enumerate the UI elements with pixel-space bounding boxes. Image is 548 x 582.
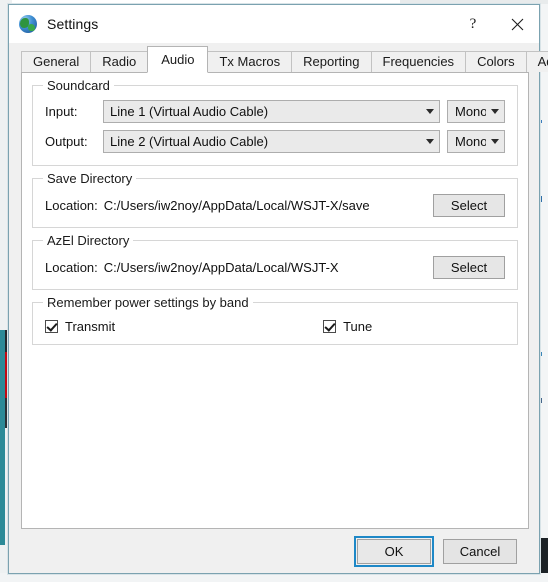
input-device-value: Line 1 (Virtual Audio Cable) (110, 104, 269, 119)
tab-advanced[interactable]: Advanced (525, 51, 548, 72)
transmit-checkbox-item[interactable]: Transmit (45, 319, 115, 334)
cancel-button[interactable]: Cancel (443, 538, 517, 564)
soundcard-input-row: Input: Line 1 (Virtual Audio Cable) Mono (45, 100, 505, 123)
soundcard-group-title: Soundcard (43, 78, 114, 93)
close-icon[interactable] (495, 5, 539, 43)
soundcard-group: Soundcard Input: Line 1 (Virtual Audio C… (32, 78, 518, 166)
chevron-down-icon (421, 139, 439, 144)
azel-directory-row: Location: C:/Users/iw2noy/AppData/Local/… (45, 255, 505, 279)
title-bar-buttons: ? (451, 5, 539, 43)
soundcard-output-row: Output: Line 2 (Virtual Audio Cable) Mon… (45, 130, 505, 153)
azel-directory-select-button[interactable]: Select (433, 255, 505, 279)
audio-tab-page: Soundcard Input: Line 1 (Virtual Audio C… (21, 72, 529, 529)
output-device-value: Line 2 (Virtual Audio Cable) (110, 134, 269, 149)
tab-general[interactable]: General (21, 51, 92, 72)
save-directory-row: Location: C:/Users/iw2noy/AppData/Local/… (45, 193, 505, 217)
save-location-label: Location: (45, 197, 98, 213)
input-channel-value: Mono (455, 104, 486, 119)
title-bar: Settings ? (9, 5, 539, 43)
output-channel-select[interactable]: Mono (447, 130, 505, 153)
tab-colors[interactable]: Colors (465, 51, 527, 72)
help-button[interactable]: ? (451, 5, 495, 43)
output-channel-value: Mono (455, 134, 486, 149)
tune-label: Tune (343, 319, 373, 334)
background-bottom-strip (0, 573, 548, 582)
save-directory-select-button[interactable]: Select (433, 193, 505, 217)
tab-frequencies[interactable]: Frequencies (370, 51, 467, 72)
tab-strip: General Radio Audio Tx Macros Reporting … (9, 43, 548, 73)
azel-directory-group-title: AzEl Directory (43, 233, 134, 248)
power-settings-row: Transmit Tune (45, 317, 505, 334)
power-settings-group-title: Remember power settings by band (43, 295, 253, 310)
ok-button[interactable]: OK (354, 535, 434, 567)
tune-checkbox[interactable] (323, 320, 337, 333)
input-device-select[interactable]: Line 1 (Virtual Audio Cable) (103, 100, 440, 123)
power-settings-group: Remember power settings by band Transmit… (32, 295, 518, 345)
tab-list: General Radio Audio Tx Macros Reporting … (21, 46, 548, 73)
azel-location-path: C:/Users/iw2noy/AppData/Local/WSJT-X (103, 259, 339, 275)
chevron-down-icon (421, 109, 439, 114)
save-location-path: C:/Users/iw2noy/AppData/Local/WSJT-X/sav… (103, 197, 370, 213)
transmit-label: Transmit (65, 319, 116, 334)
transmit-checkbox[interactable] (45, 320, 58, 333)
input-channel-select[interactable]: Mono (447, 100, 505, 123)
output-label: Output: (45, 134, 88, 149)
save-directory-group: Save Directory Location: C:/Users/iw2noy… (32, 171, 518, 228)
azel-location-label: Location: (45, 259, 98, 275)
tab-tx-macros[interactable]: Tx Macros (207, 51, 293, 72)
chevron-down-icon (486, 109, 504, 114)
input-label: Input: (45, 104, 78, 119)
settings-dialog: Settings ? General Radio Audio Tx Macros… (8, 4, 548, 574)
azel-directory-group: AzEl Directory Location: C:/Users/iw2noy… (32, 233, 518, 290)
output-device-select[interactable]: Line 2 (Virtual Audio Cable) (103, 130, 440, 153)
window-title: Settings (47, 16, 99, 32)
save-directory-group-title: Save Directory (43, 171, 137, 186)
tab-radio[interactable]: Radio (90, 51, 149, 72)
dialog-footer: OK Cancel (9, 529, 539, 573)
chevron-down-icon (486, 139, 504, 144)
tab-reporting[interactable]: Reporting (291, 51, 372, 72)
globe-icon (19, 15, 37, 33)
tab-audio[interactable]: Audio (147, 46, 209, 73)
tune-checkbox-item[interactable]: Tune (323, 319, 372, 334)
